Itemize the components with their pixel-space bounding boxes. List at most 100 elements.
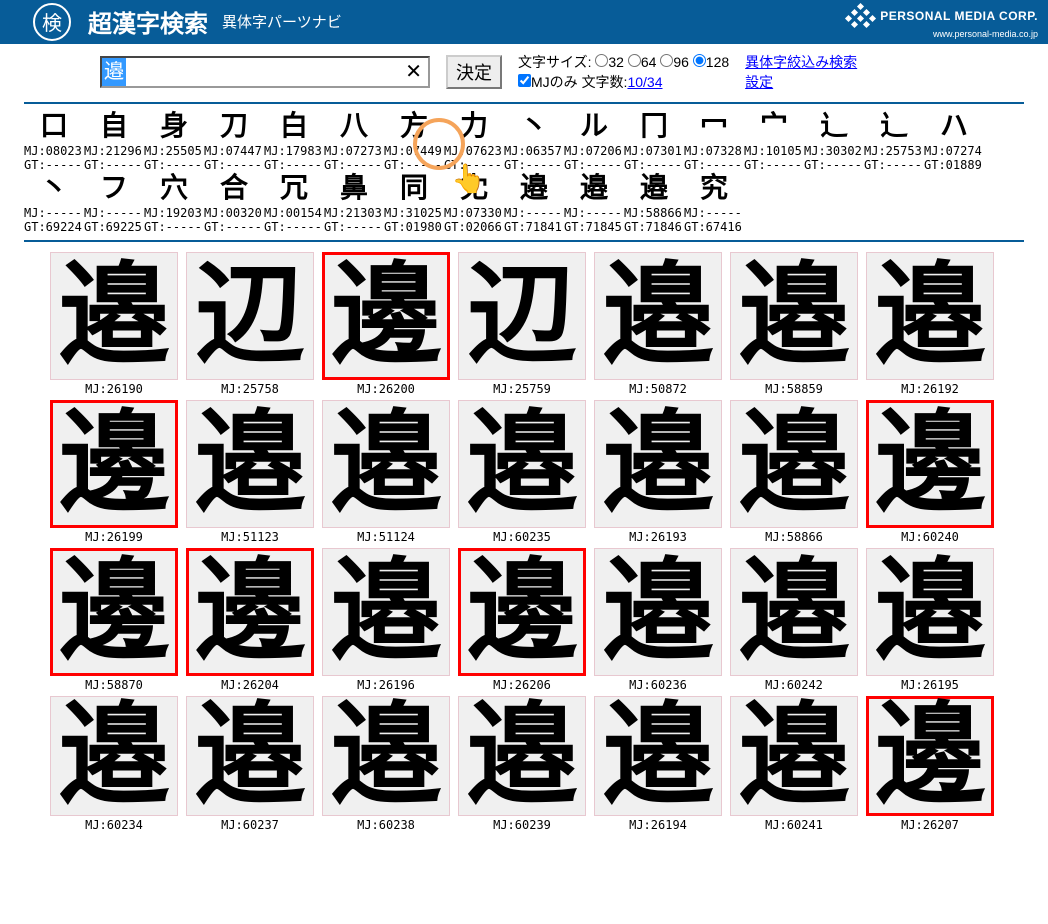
code-cell: GT:67416 <box>684 220 744 234</box>
code-cell: MJ:07206 <box>564 144 624 158</box>
filter-link[interactable]: 異体字絞込み検索 <box>745 52 857 72</box>
count-link[interactable]: 10/34 <box>627 74 662 90</box>
kanji-glyph[interactable]: 邉 <box>730 252 858 380</box>
kanji-id: MJ:60235 <box>458 530 586 544</box>
kanji-card: 邊MJ:26207 <box>866 696 994 832</box>
kanji-glyph[interactable]: 邊 <box>866 400 994 528</box>
mj-only-checkbox[interactable]: MJのみ <box>518 74 578 90</box>
code-cell: GT:----- <box>264 158 324 172</box>
kanji-card: 邉MJ:26193 <box>594 400 722 544</box>
code-cell: GT:----- <box>624 158 684 172</box>
kanji-card: 邊MJ:26199 <box>50 400 178 544</box>
clear-icon[interactable]: ✕ <box>399 59 428 84</box>
kanji-glyph[interactable]: 邊 <box>458 548 586 676</box>
part-glyph[interactable]: 自 <box>84 110 144 144</box>
kanji-card: 辺MJ:25758 <box>186 252 314 396</box>
kanji-glyph[interactable]: 邉 <box>594 548 722 676</box>
kanji-glyph[interactable]: 邉 <box>866 548 994 676</box>
kanji-glyph[interactable]: 邉 <box>594 252 722 380</box>
kanji-glyph[interactable]: 邉 <box>730 548 858 676</box>
kanji-glyph[interactable]: 邉 <box>322 548 450 676</box>
code-cell: GT:----- <box>144 158 204 172</box>
code-cell: MJ:06357 <box>504 144 564 158</box>
kanji-glyph[interactable]: 邉 <box>186 696 314 816</box>
part-glyph[interactable]: 合 <box>204 172 264 206</box>
kanji-id: MJ:60242 <box>730 678 858 692</box>
part-glyph[interactable]: 邉 <box>564 172 624 206</box>
kanji-id: MJ:26195 <box>866 678 994 692</box>
part-glyph[interactable]: 邉 <box>504 172 564 206</box>
code-cell: MJ:10105 <box>744 144 804 158</box>
part-glyph[interactable]: 刀 <box>204 110 264 144</box>
kanji-card: 邉 MJ:60239 <box>458 696 586 832</box>
kanji-glyph[interactable]: 邊 <box>866 696 994 816</box>
part-glyph[interactable]: 穴 <box>144 172 204 206</box>
code-cell: MJ:00320 <box>204 206 264 220</box>
kanji-glyph[interactable]: 邉 <box>594 400 722 528</box>
part-glyph[interactable]: 冗 <box>264 172 324 206</box>
part-glyph[interactable]: 宀 <box>744 110 804 144</box>
kanji-glyph[interactable]: 邉 <box>730 696 858 816</box>
part-glyph[interactable]: 八 <box>324 110 384 144</box>
part-glyph[interactable]: 同 <box>384 172 444 206</box>
part-glyph[interactable]: 方 <box>384 110 444 144</box>
kanji-glyph[interactable]: 邉 <box>322 696 450 816</box>
kanji-glyph[interactable]: 邊 <box>50 548 178 676</box>
size-96[interactable]: 96 <box>660 54 689 70</box>
part-glyph[interactable]: ル <box>564 110 624 144</box>
part-glyph[interactable]: 冖 <box>684 110 744 144</box>
kanji-glyph[interactable]: 邉 <box>866 252 994 380</box>
part-glyph[interactable]: 力 <box>444 110 504 144</box>
kanji-id: MJ:60240 <box>866 530 994 544</box>
part-glyph[interactable]: 丶 <box>504 110 564 144</box>
part-glyph[interactable]: 冂 <box>624 110 684 144</box>
part-glyph[interactable]: 丶 <box>24 172 84 206</box>
kanji-glyph[interactable]: 邉 <box>186 400 314 528</box>
part-glyph[interactable]: 口 <box>24 110 84 144</box>
controls-bar: 邉 ✕ 決定 文字サイズ: 32 64 96 128 MJのみ 文字数:10/3… <box>0 44 1048 100</box>
part-glyph[interactable]: 邉 <box>624 172 684 206</box>
decide-button[interactable]: 決定 <box>446 55 502 89</box>
kanji-glyph[interactable]: 辺 <box>458 252 586 380</box>
code-cell: GT:----- <box>204 158 264 172</box>
part-glyph[interactable]: 辶 <box>804 110 864 144</box>
search-box: 邉 ✕ <box>100 56 430 88</box>
part-glyph[interactable]: 身 <box>144 110 204 144</box>
kanji-glyph[interactable]: 邉 <box>322 400 450 528</box>
part-glyph[interactable]: 辶 <box>864 110 924 144</box>
part-glyph[interactable]: ハ <box>924 110 984 144</box>
kanji-glyph[interactable]: 邊 <box>322 252 450 380</box>
part-glyph[interactable]: 鼻 <box>324 172 384 206</box>
code-cell: MJ:17983 <box>264 144 324 158</box>
code-cell: MJ:07447 <box>204 144 264 158</box>
kanji-glyph[interactable]: 邊 <box>186 548 314 676</box>
kanji-glyph[interactable]: 邉 <box>594 696 722 816</box>
size-label: 文字サイズ: <box>518 54 591 70</box>
code-cell: GT:----- <box>204 220 264 234</box>
code-cell: GT:02066 <box>444 220 504 234</box>
kanji-glyph[interactable]: 辺 <box>186 252 314 380</box>
search-input[interactable] <box>126 59 399 84</box>
kanji-id: MJ:60238 <box>322 818 450 832</box>
kanji-id: MJ:60237 <box>186 818 314 832</box>
size-128[interactable]: 128 <box>693 54 729 70</box>
kanji-card: 邉MJ:51124 <box>322 400 450 544</box>
part-glyph[interactable]: 冘 <box>444 172 504 206</box>
part-glyph[interactable]: フ <box>84 172 144 206</box>
kanji-glyph[interactable]: 邉 <box>458 400 586 528</box>
kanji-id: MJ:60239 <box>458 818 586 832</box>
kanji-glyph[interactable]: 邉 <box>50 252 178 380</box>
app-title: 超漢字検索 <box>88 4 208 39</box>
size-32[interactable]: 32 <box>595 54 624 70</box>
code-cell: GT:----- <box>384 158 444 172</box>
size-64[interactable]: 64 <box>628 54 657 70</box>
kanji-glyph[interactable]: 邉 <box>50 696 178 816</box>
code-cell: GT:----- <box>144 220 204 234</box>
kanji-glyph[interactable]: 邉 <box>730 400 858 528</box>
part-glyph[interactable]: 究 <box>684 172 744 206</box>
settings-link[interactable]: 設定 <box>745 72 857 92</box>
part-glyph[interactable]: 白 <box>264 110 324 144</box>
kanji-glyph[interactable]: 邉 <box>458 696 586 816</box>
kanji-glyph[interactable]: 邊 <box>50 400 178 528</box>
kanji-card: 邉MJ:51123 <box>186 400 314 544</box>
